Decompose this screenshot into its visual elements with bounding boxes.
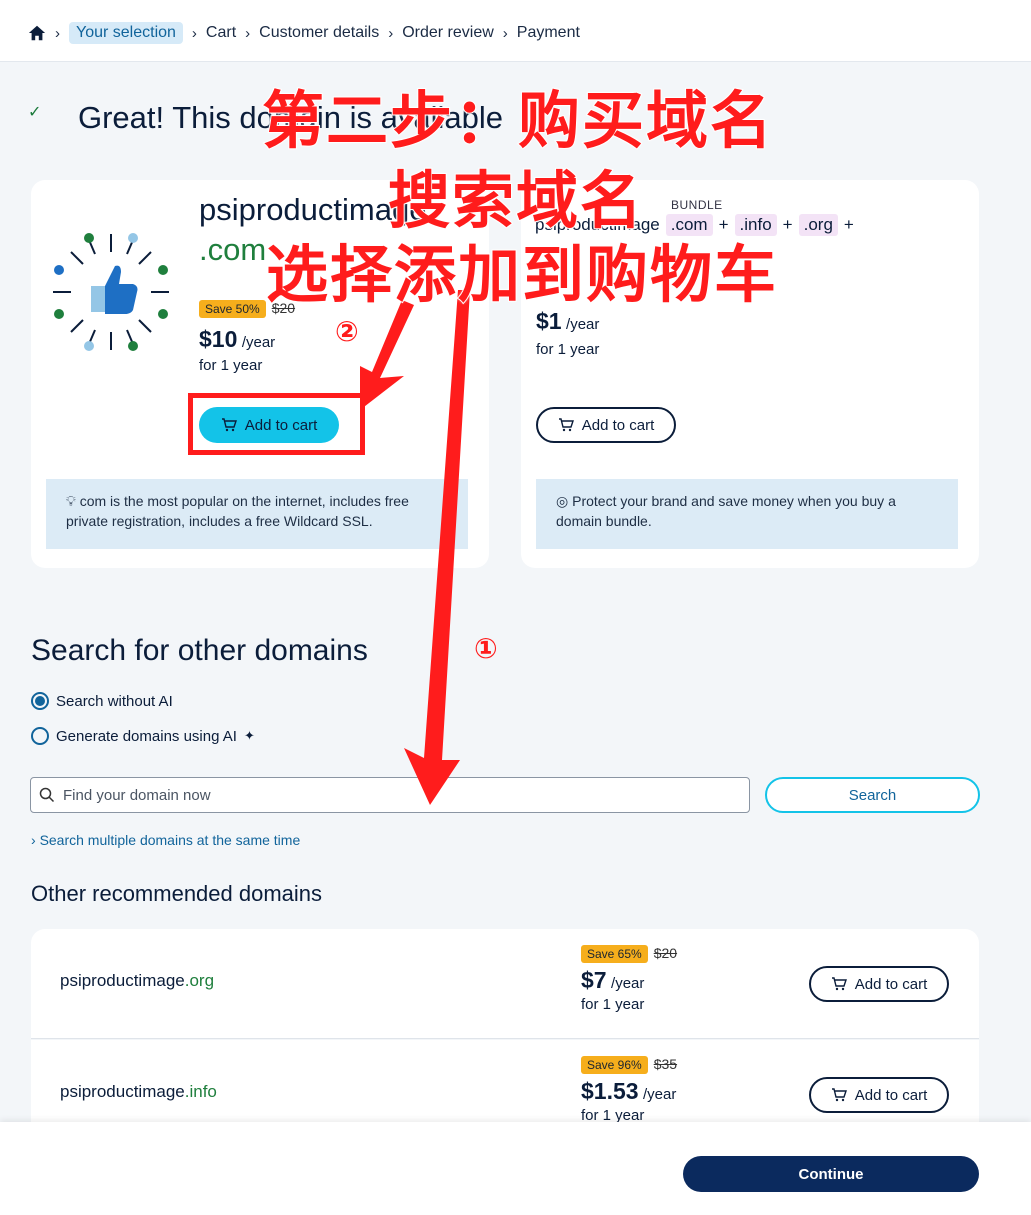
arrow-to-search [404, 290, 470, 805]
annotation-title: 第二步：购买域名 [261, 83, 775, 158]
arrow-to-button [360, 300, 414, 410]
step-marker-1: ① [474, 632, 498, 665]
annotation-instruction: 选择添加到购物车 [265, 237, 779, 312]
step-marker-2: ② [335, 315, 359, 348]
